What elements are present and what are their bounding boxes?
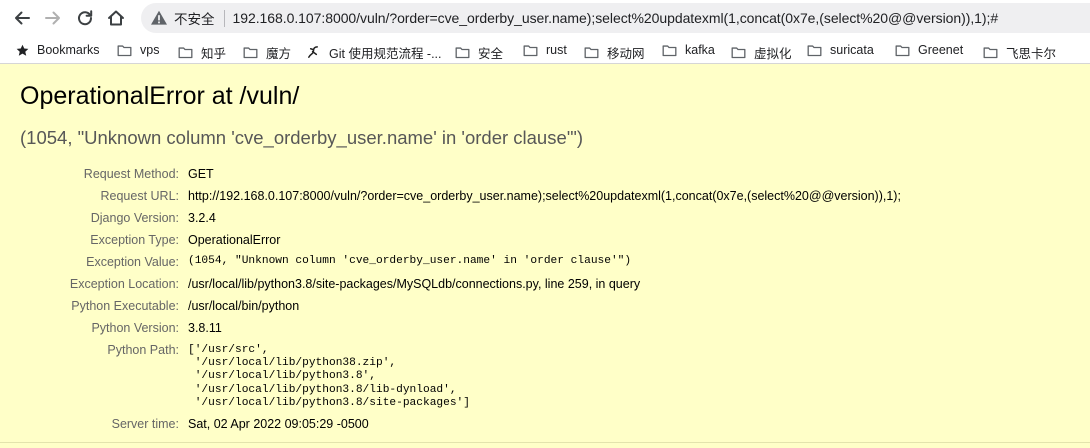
folder-icon [895,44,918,57]
bookmark-label: 移动网 [607,47,645,61]
star-icon [16,44,37,57]
bookmark-item[interactable]: kafka [662,43,715,57]
folder-icon [523,44,546,57]
arrow-right-icon [45,11,60,25]
not-secure-label[interactable]: 不安全 [174,8,215,28]
bookmark-label: 安全 [478,47,504,61]
bookmark-item[interactable]: Greenet [895,43,963,57]
bookmark-item[interactable]: 移动网 [584,43,645,62]
address-separator [223,9,225,27]
folder-icon [178,46,201,59]
meta-value: 3.8.11 [188,321,222,335]
python-path-line: '/usr/local/lib/python3.8', [188,370,376,382]
meta-label: Request Method: [83,167,179,181]
bookmark-item[interactable]: 安全 [455,43,503,62]
folder-icon [807,44,830,57]
reload-button[interactable] [70,3,100,33]
python-path-line: '/usr/local/lib/python38.zip', [188,357,397,369]
git-site-icon [306,45,329,60]
bookmark-label: suricata [830,43,874,57]
bookmark-label: rust [546,43,567,57]
bookmark-item[interactable]: 虚拟化 [731,43,792,62]
meta-value: OperationalError [188,233,281,247]
folder-icon [584,46,607,59]
python-path-line: '/usr/local/lib/python3.8/site-packages'… [188,397,470,409]
bookmark-item[interactable]: 魔方 [243,43,291,62]
reload-icon [78,10,93,26]
folder-icon [117,44,140,57]
bookmark-label: 知乎 [201,47,227,61]
page-title: OperationalError at /vuln/ [20,82,300,110]
bookmark-label: Bookmarks [37,43,100,57]
bookmark-item[interactable]: 飞思卡尔 [983,43,1056,62]
meta-label: Python Version: [91,321,179,335]
bookmark-label: 飞思卡尔 [1006,47,1057,61]
meta-value: Sat, 02 Apr 2022 09:05:29 -0500 [188,417,369,431]
meta-value: 3.2.4 [188,211,216,225]
bookmark-label: Greenet [918,43,964,57]
warning-triangle-icon[interactable] [150,9,168,27]
error-message: (1054, "Unknown column 'cve_orderby_user… [20,127,584,148]
folder-icon [662,44,685,57]
meta-label: Request URL: [100,189,179,203]
meta-label: Python Path: [107,343,179,357]
python-path-line: ['/usr/src', [188,344,269,356]
arrow-left-icon [15,11,30,25]
summary-divider [0,442,1090,443]
bookmark-item[interactable]: suricata [807,43,874,57]
meta-value: /usr/local/bin/python [188,299,300,313]
folder-icon [455,46,478,59]
meta-label: Exception Type: [90,233,179,247]
bookmark-item[interactable]: vps [117,43,159,57]
bookmarks-bar: Bookmarks vps 知乎 魔方 Git 使用规范流程 -... 安全 rust 移动网… [0,36,1090,64]
meta-value: /usr/local/lib/python3.8/site-packages/M… [188,277,641,291]
meta-label: Exception Location: [69,277,179,291]
address-bar[interactable]: 不安全 192.168.0.107:8000/vuln/?order=cve_o… [141,3,1090,33]
meta-label: Exception Value: [86,255,179,269]
folder-icon [731,46,754,59]
folder-icon [983,46,1006,59]
folder-icon [243,46,266,59]
bookmark-label: Git 使用规范流程 -... [329,47,442,61]
home-icon [108,10,124,26]
meta-label: Django Version: [90,211,179,225]
url-text[interactable]: 192.168.0.107:8000/vuln/?order=cve_order… [233,10,999,26]
python-path-line: '/usr/local/lib/python3.8/lib-dynload', [188,384,457,396]
meta-label: Python Executable: [71,299,179,313]
bookmark-item[interactable]: Git 使用规范流程 -... [306,43,442,62]
browser-toolbar: 不安全 192.168.0.107:8000/vuln/?order=cve_o… [0,0,1090,36]
bookmark-label: vps [140,43,160,57]
meta-value: http://192.168.0.107:8000/vuln/?order=cv… [188,189,901,203]
home-button[interactable] [101,3,131,33]
meta-value: (1054, "Unknown column 'cve_orderby_user… [188,255,632,267]
bookmark-label: 魔方 [266,47,292,61]
bookmark-item[interactable]: 知乎 [178,43,226,62]
bookmark-label: 虚拟化 [754,47,792,61]
bookmark-label: kafka [685,43,715,57]
bookmark-item[interactable]: Bookmarks [16,43,100,57]
meta-value: GET [188,167,214,181]
meta-label: Server time: [111,417,179,431]
bookmark-item[interactable]: rust [523,43,567,57]
back-button[interactable] [7,3,37,33]
forward-button[interactable] [38,3,68,33]
